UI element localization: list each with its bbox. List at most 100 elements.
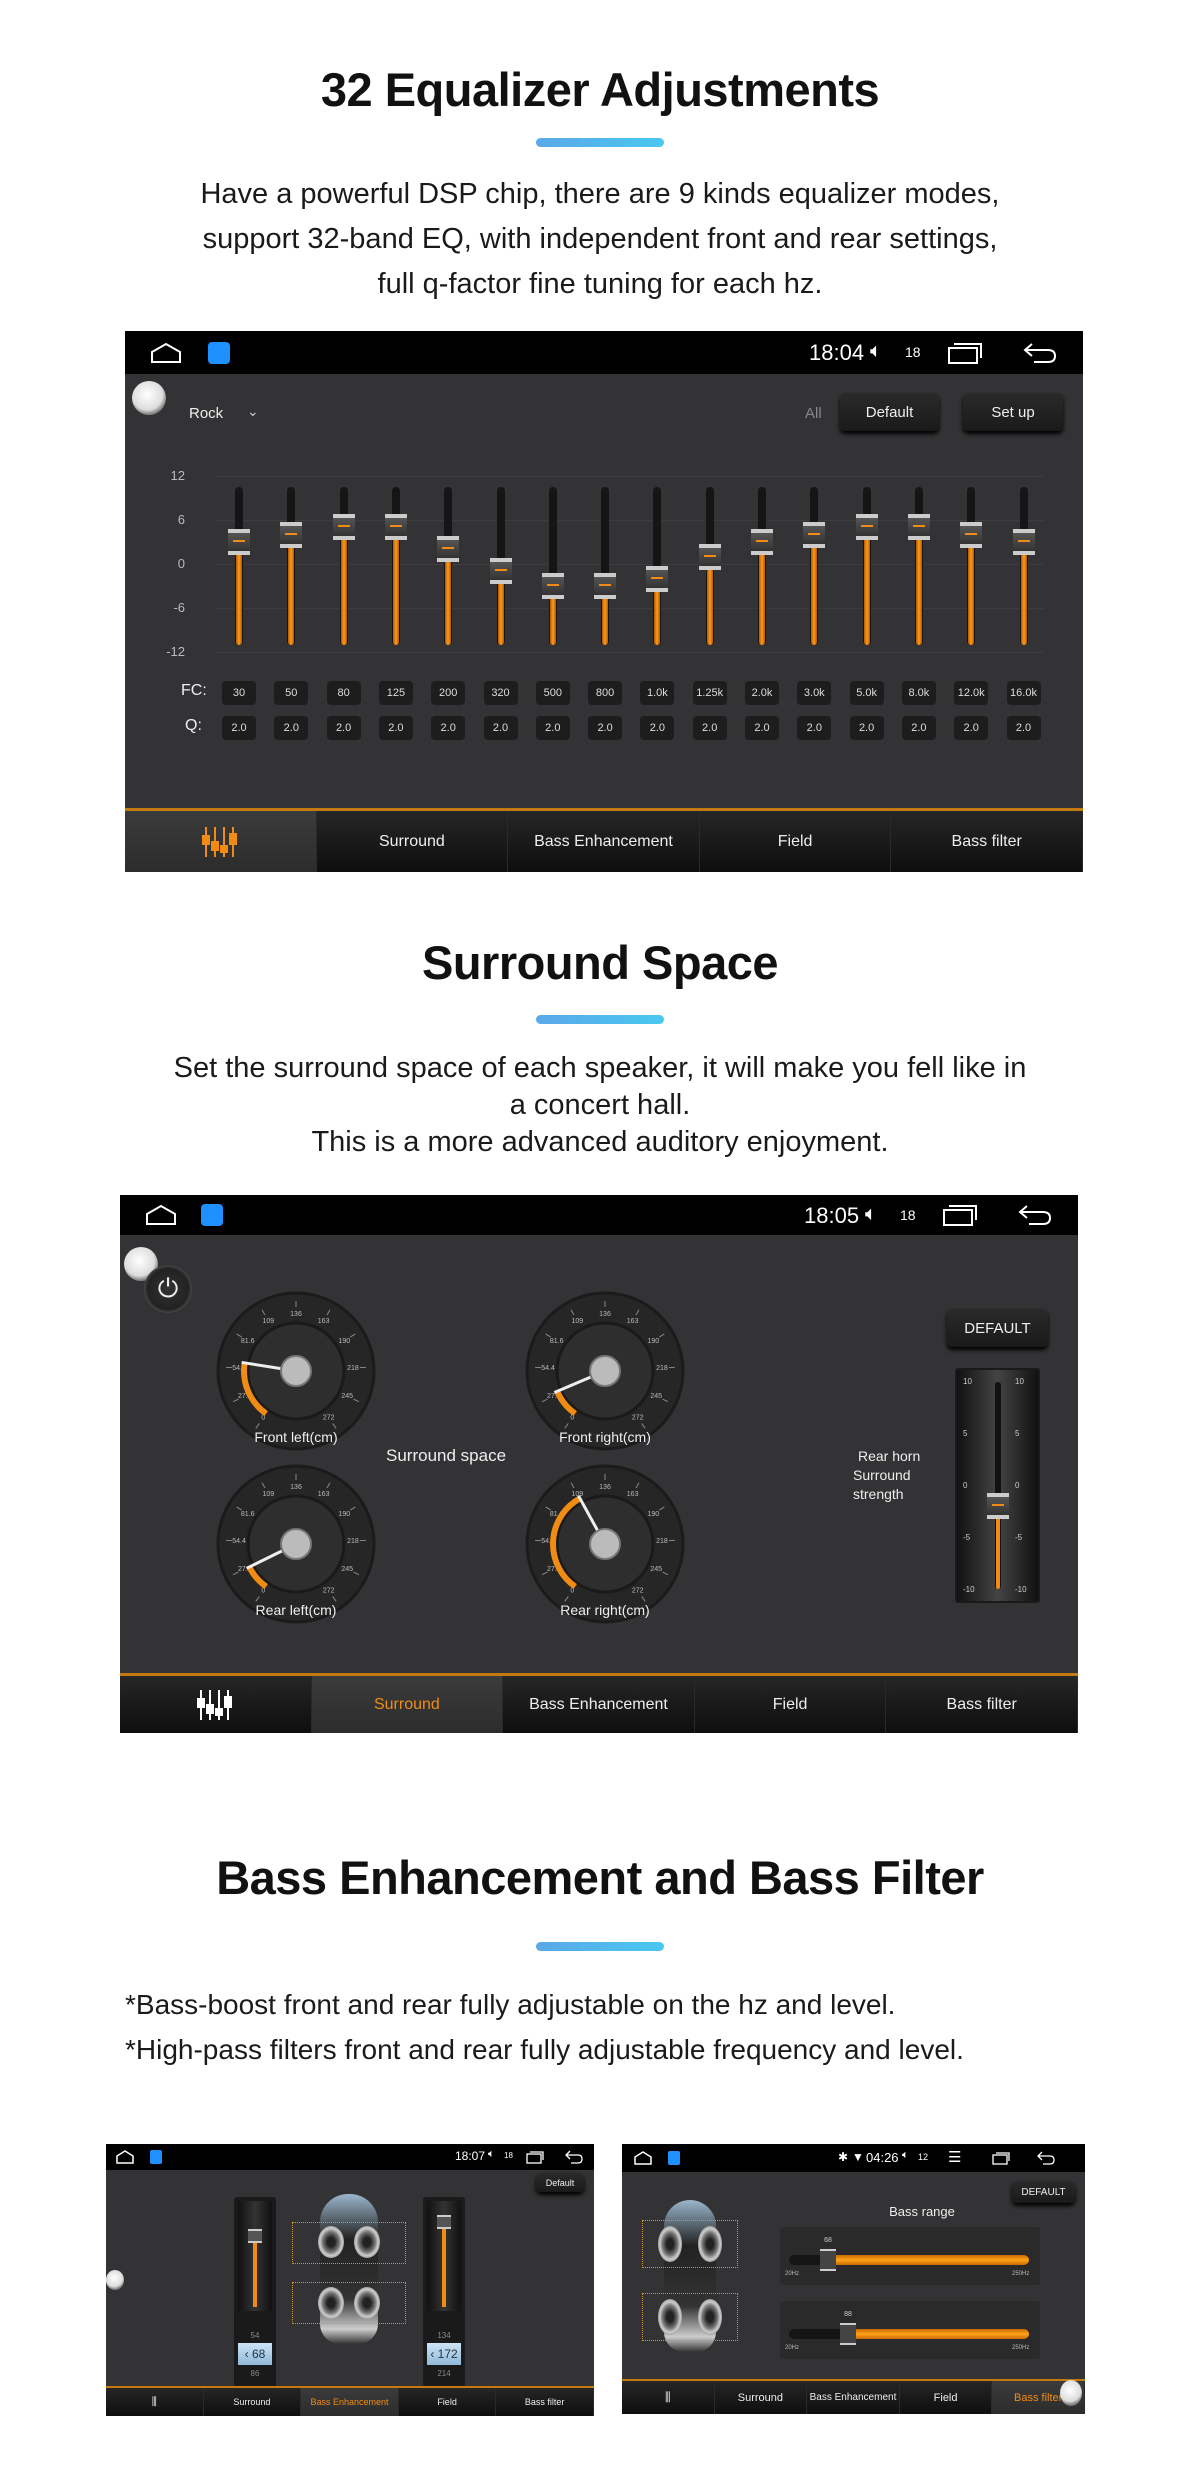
eq-band-slider[interactable] [751, 487, 773, 645]
fc-value[interactable]: 1.25k [692, 681, 727, 705]
eq-band-slider[interactable] [332, 487, 355, 645]
recent-apps-icon[interactable] [526, 2150, 544, 2164]
tab-bass-enhancement[interactable]: Bass Enhancement [301, 2388, 399, 2416]
rear-bass-range-slider[interactable]: 88 20Hz 250Hz [780, 2301, 1040, 2359]
eq-band-slider[interactable] [960, 487, 983, 645]
fc-value[interactable]: 8.0k [901, 681, 936, 705]
q-value[interactable]: 2.0 [483, 716, 518, 740]
slider-thumb[interactable] [855, 514, 878, 541]
eq-band-slider[interactable] [437, 487, 460, 645]
q-value[interactable]: 2.0 [849, 716, 884, 740]
home-icon[interactable] [150, 342, 182, 364]
volume-icon[interactable]: 🔈︎ [902, 2149, 909, 2162]
fc-value[interactable]: 80 [326, 681, 361, 705]
eq-band-slider[interactable] [280, 487, 303, 645]
eq-band-slider[interactable] [803, 487, 826, 645]
eq-band-slider[interactable] [698, 487, 721, 645]
slider-thumb[interactable] [384, 514, 407, 541]
fc-value[interactable]: 125 [378, 681, 413, 705]
fc-value[interactable]: 2.0k [745, 681, 779, 705]
slider-thumb[interactable] [646, 565, 669, 592]
slider-thumb[interactable] [1012, 529, 1035, 555]
q-value[interactable]: 2.0 [431, 716, 466, 740]
eq-band-slider[interactable] [646, 487, 669, 645]
home-icon[interactable] [116, 2150, 134, 2164]
slider-thumb[interactable] [698, 543, 721, 570]
tab-field[interactable]: Field [899, 2381, 993, 2414]
tab-field[interactable]: Field [699, 811, 892, 872]
tab-bass-filter[interactable]: Bass filter [496, 2388, 594, 2416]
tab-equalizer[interactable]: ⫼ [622, 2381, 715, 2414]
q-value[interactable]: 2.0 [326, 716, 361, 740]
dsp-app-icon[interactable] [208, 342, 230, 364]
back-icon[interactable] [1022, 341, 1058, 365]
floating-assist-button[interactable] [1060, 2380, 1082, 2406]
default-button[interactable]: DEFAULT [1012, 2181, 1075, 2203]
default-button[interactable]: Default [536, 2173, 584, 2192]
tab-surround[interactable]: Surround [316, 811, 509, 872]
fc-value[interactable]: 500 [535, 681, 570, 705]
slider-thumb[interactable] [907, 514, 930, 541]
fc-value[interactable]: 800 [588, 681, 623, 705]
rear-bass-slider[interactable]: 134 ‹ 172 214 [423, 2197, 465, 2387]
q-value[interactable]: 2.0 [378, 716, 413, 740]
back-icon[interactable] [1036, 2151, 1056, 2165]
tab-bass-enhancement[interactable]: Bass Enhancement [807, 2381, 900, 2414]
eq-band-slider[interactable] [855, 487, 878, 645]
slider-thumb[interactable] [987, 1493, 1009, 1520]
front-bass-range-slider[interactable]: 68 20Hz 250Hz [780, 2227, 1040, 2285]
recent-apps-icon[interactable] [942, 1203, 978, 1227]
volume-icon[interactable]: 🔈︎ [870, 340, 882, 363]
q-value[interactable]: 2.0 [588, 716, 623, 740]
fc-value[interactable]: 320 [483, 681, 518, 705]
slider-thumb[interactable] [248, 2229, 262, 2243]
back-icon[interactable] [1017, 1203, 1053, 1227]
floating-assist-button[interactable] [132, 381, 166, 415]
default-button[interactable]: DEFAULT [947, 1309, 1048, 1347]
eq-band-slider[interactable] [1012, 487, 1035, 645]
eq-band-slider[interactable] [541, 487, 564, 645]
eq-band-slider[interactable] [489, 487, 512, 645]
slider-thumb[interactable] [280, 521, 303, 548]
home-icon[interactable] [634, 2151, 652, 2165]
q-value[interactable]: 2.0 [954, 716, 989, 740]
eq-band-slider[interactable] [384, 487, 407, 645]
slider-thumb[interactable] [332, 514, 355, 541]
slider-thumb[interactable] [489, 558, 512, 585]
slider-thumb[interactable] [751, 529, 773, 555]
front-bass-value[interactable]: ‹ 68 [238, 2343, 272, 2365]
tab-equalizer[interactable] [125, 811, 317, 872]
q-value[interactable]: 2.0 [745, 716, 779, 740]
fc-value[interactable]: 12.0k [954, 681, 989, 705]
eq-band-slider[interactable] [594, 487, 617, 645]
menu-icon[interactable]: ☰ [948, 2148, 961, 2166]
tab-surround[interactable]: Surround [203, 2388, 302, 2416]
power-button[interactable]: ⏻ [144, 1265, 192, 1313]
tab-bass-enhancement[interactable]: Bass Enhancement [508, 811, 700, 872]
fc-value[interactable]: 50 [274, 681, 309, 705]
q-value[interactable]: 2.0 [274, 716, 309, 740]
slider-thumb[interactable] [437, 536, 460, 563]
q-value[interactable]: 2.0 [640, 716, 675, 740]
tab-surround[interactable]: Surround [714, 2381, 808, 2414]
q-value[interactable]: 2.0 [535, 716, 570, 740]
slider-thumb[interactable] [541, 572, 564, 599]
back-icon[interactable] [564, 2150, 584, 2164]
slider-thumb[interactable] [840, 2323, 856, 2345]
home-icon[interactable] [145, 1204, 177, 1226]
slider-thumb[interactable] [594, 572, 617, 599]
tab-field[interactable]: Field [694, 1676, 887, 1733]
rear-bass-value[interactable]: ‹ 172 [427, 2343, 461, 2365]
fc-value[interactable]: 200 [431, 681, 466, 705]
q-value[interactable]: 2.0 [1006, 716, 1041, 740]
rear-strength-slider[interactable]: 10 10 5 5 0 0 -5 -5 -10 -10 [955, 1368, 1040, 1603]
eq-band-slider[interactable] [907, 487, 930, 645]
recent-apps-icon[interactable] [947, 341, 983, 365]
dsp-app-icon[interactable] [150, 2150, 162, 2164]
preset-select[interactable]: Rock [189, 405, 223, 422]
slider-thumb[interactable] [820, 2249, 836, 2271]
all-toggle[interactable]: All [805, 405, 822, 422]
setup-button[interactable]: Set up [963, 393, 1063, 431]
q-value[interactable]: 2.0 [797, 716, 832, 740]
tab-surround[interactable]: Surround [311, 1676, 504, 1733]
